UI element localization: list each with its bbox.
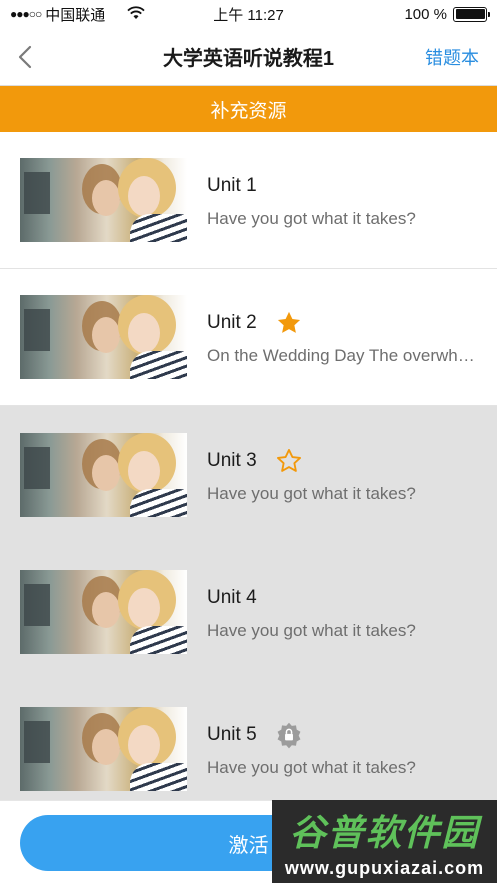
thumbnail-face2 — [128, 450, 160, 491]
signal-icon: ●●●○○ — [10, 7, 42, 21]
unit-row[interactable]: Unit 1 Have you got what it takes? — [0, 132, 497, 269]
unit-thumbnail — [20, 295, 187, 379]
thumbnail-face1 — [92, 591, 120, 628]
star-outline-icon[interactable] — [275, 447, 303, 475]
thumbnail-shirt — [130, 488, 187, 517]
back-button[interactable] — [0, 28, 50, 85]
thumbnail-screen — [24, 309, 50, 351]
thumbnail-screen — [24, 720, 50, 763]
unit-row[interactable]: Unit 4 Have you got what it takes? — [0, 543, 497, 680]
thumbnail-shirt — [130, 214, 187, 242]
unit-title-line: Unit 4 — [207, 583, 479, 613]
thumbnail-face2 — [128, 313, 160, 353]
thumbnail-face2 — [128, 176, 160, 216]
unit-title-line: Unit 1 — [207, 171, 479, 201]
thumbnail-screen — [24, 583, 50, 626]
watermark-title: 谷普软件园 — [289, 812, 480, 853]
unit-title-line: Unit 2 — [207, 308, 479, 338]
watermark-logo: 谷普软件园 www.gupuxiazai.com — [272, 800, 497, 883]
unit-thumbnail — [20, 706, 187, 791]
chevron-left-icon — [18, 45, 32, 68]
wrong-answers-button[interactable]: 错题本 — [425, 44, 497, 70]
battery-icon — [453, 6, 490, 22]
unit-subtitle: On the Wedding Day The overwhelming — [207, 346, 479, 365]
unit-title: Unit 3 — [207, 449, 257, 471]
unit-info: Unit 1 Have you got what it takes? — [207, 171, 497, 229]
supplementary-resources-banner[interactable]: 补充资源 — [0, 86, 497, 132]
status-right: 100 % — [404, 5, 490, 23]
unit-title: Unit 1 — [207, 175, 257, 196]
unit-subtitle: Have you got what it takes? — [207, 757, 416, 777]
thumbnail-face1 — [92, 317, 120, 353]
unit-info: Unit 5 Have you got what it takes? — [207, 720, 497, 778]
status-left: ●●●○○ 中国联通 — [10, 4, 145, 25]
battery-fill — [455, 9, 485, 19]
unit-title-line: Unit 3 — [207, 446, 479, 476]
star-filled-icon[interactable] — [275, 309, 303, 337]
unit-thumbnail — [20, 158, 187, 242]
unit-subtitle: Have you got what it takes? — [207, 483, 416, 503]
thumbnail-face2 — [128, 724, 160, 765]
thumbnail-screen — [24, 172, 50, 214]
unit-subtitle: Have you got what it takes? — [207, 620, 416, 640]
thumbnail-screen — [24, 446, 50, 489]
unit-thumbnail — [20, 569, 187, 654]
unit-row[interactable]: Unit 5 Have you got what it takes? — [0, 680, 497, 817]
banner-label: 补充资源 — [210, 100, 287, 122]
nav-bar: 大学英语听说教程1 错题本 — [0, 28, 497, 86]
unit-row[interactable]: Unit 3 Have you got what it takes? — [0, 406, 497, 543]
unit-subtitle: Have you got what it takes? — [207, 209, 416, 228]
wifi-icon — [127, 5, 145, 23]
lock-badge-icon — [275, 721, 303, 749]
thumbnail-shirt — [130, 351, 187, 379]
page-title: 大学英语听说教程1 — [162, 48, 335, 70]
unit-title-line: Unit 5 — [207, 720, 479, 750]
watermark-url: www.gupuxiazai.com — [284, 858, 485, 878]
thumbnail-face1 — [92, 454, 120, 491]
thumbnail-face1 — [92, 180, 120, 216]
unit-title: Unit 4 — [207, 586, 257, 608]
status-bar: ●●●○○ 中国联通 上午 11:27 100 % — [0, 0, 497, 28]
unit-info: Unit 3 Have you got what it takes? — [207, 446, 497, 504]
unit-thumbnail — [20, 432, 187, 517]
thumbnail-shirt — [130, 762, 187, 791]
thumbnail-face1 — [92, 728, 120, 765]
carrier-name: 中国联通 — [45, 6, 106, 24]
unit-title: Unit 2 — [207, 312, 257, 333]
battery-percent: 100 % — [404, 5, 447, 23]
unit-list: Unit 1 Have you got what it takes? Unit 2 O… — [0, 132, 497, 817]
unit-row[interactable]: Unit 2 On the Wedding Day The overwhelmin… — [0, 269, 497, 406]
unit-info: Unit 2 On the Wedding Day The overwhelmin… — [207, 308, 497, 366]
unit-info: Unit 4 Have you got what it takes? — [207, 583, 497, 641]
unit-title: Unit 5 — [207, 723, 257, 745]
activate-button-label: 激活 — [228, 834, 269, 857]
thumbnail-face2 — [128, 587, 160, 628]
thumbnail-shirt — [130, 625, 187, 654]
